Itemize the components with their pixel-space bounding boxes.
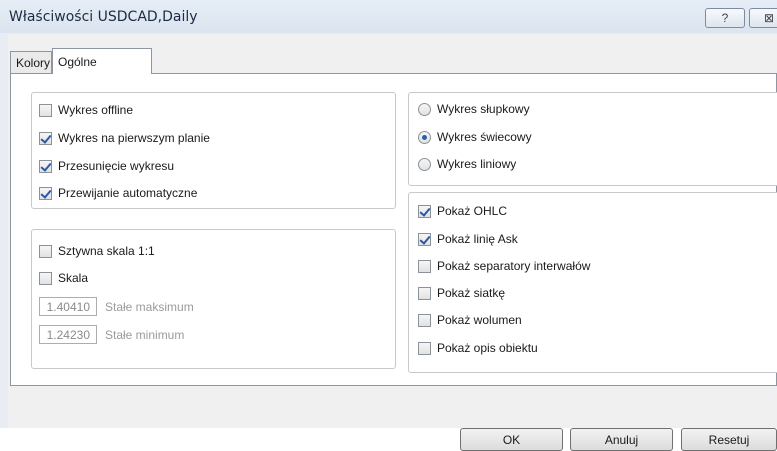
option-label: Wykres na pierwszym planie <box>58 131 210 145</box>
show-object-description-option[interactable]: Pokaż opis obiektu <box>418 341 538 355</box>
checkbox[interactable] <box>39 186 52 200</box>
option-label: Wykres liniowy <box>437 157 517 171</box>
fixed-max-row: 1.40410 Stałe maksimum <box>39 297 194 316</box>
help-button[interactable]: ? <box>705 8 745 28</box>
close-icon: ⊠ <box>763 11 775 25</box>
show-ask-line-option[interactable]: Pokaż linię Ask <box>418 232 518 246</box>
chart-foreground-option[interactable]: Wykres na pierwszym planie <box>39 131 210 145</box>
tab-label: Kolory <box>16 56 51 70</box>
option-label: Pokaż wolumen <box>437 313 522 327</box>
option-label: Pokaż opis obiektu <box>437 341 538 355</box>
checkbox[interactable] <box>418 259 431 273</box>
show-period-separators-option[interactable]: Pokaż separatory interwałów <box>418 259 590 273</box>
fixed-min-row: 1.24230 Stałe minimum <box>39 325 184 344</box>
ok-button[interactable]: OK <box>460 428 563 451</box>
auto-scroll-option[interactable]: Przewijanie automatyczne <box>39 186 197 200</box>
option-label: Wykres słupkowy <box>437 102 530 116</box>
dialog-client: Kolory Ogólne Wykres offline Wykres na p… <box>8 34 777 451</box>
reset-button[interactable]: Resetuj <box>681 428 777 451</box>
tab-label: Ogólne <box>58 55 97 69</box>
fixed-max-input[interactable]: 1.40410 <box>39 297 97 316</box>
candle-chart-option[interactable]: Wykres świecowy <box>418 130 532 144</box>
chart-options-group: Wykres offline Wykres na pierwszym plani… <box>31 92 396 209</box>
close-button[interactable]: ⊠ <box>749 8 777 28</box>
scale-group: Sztywna skala 1:1 Skala 1.40410 Stałe ma… <box>31 229 396 369</box>
radio[interactable] <box>418 130 431 144</box>
show-options-group: Pokaż OHLC Pokaż linię Ask Pokaż separat… <box>408 192 777 373</box>
option-label: Pokaż OHLC <box>437 204 508 218</box>
option-label: Pokaż siatkę <box>437 286 506 300</box>
option-label: Pokaż separatory interwałów <box>437 259 591 273</box>
show-ohlc-option[interactable]: Pokaż OHLC <box>418 204 507 218</box>
offline-chart-option[interactable]: Wykres offline <box>39 103 133 117</box>
checkbox[interactable] <box>418 286 431 300</box>
properties-dialog: Właściwości USDCAD,Daily ? ⊠ Kolory Ogól… <box>0 0 777 451</box>
chart-type-group: Wykres słupkowy Wykres świecowy Wykres l… <box>408 92 777 186</box>
fixed-min-label: Stałe minimum <box>105 327 185 342</box>
window-title: Właściwości USDCAD,Daily <box>9 9 198 25</box>
show-grid-option[interactable]: Pokaż siatkę <box>418 286 505 300</box>
bar-chart-option[interactable]: Wykres słupkowy <box>418 102 530 116</box>
option-label: Przesunięcie wykresu <box>58 159 175 173</box>
fixed-scale-option[interactable]: Sztywna skala 1:1 <box>39 244 155 258</box>
cancel-button[interactable]: Anuluj <box>570 428 673 451</box>
option-label: Sztywna skala 1:1 <box>58 244 155 258</box>
scale-option[interactable]: Skala <box>39 271 88 285</box>
fixed-min-input[interactable]: 1.24230 <box>39 325 97 344</box>
chart-shift-option[interactable]: Przesunięcie wykresu <box>39 159 174 173</box>
option-label: Wykres świecowy <box>437 130 532 144</box>
checkbox[interactable] <box>39 103 52 117</box>
checkbox[interactable] <box>39 244 52 258</box>
checkbox[interactable] <box>39 271 52 285</box>
line-chart-option[interactable]: Wykres liniowy <box>418 157 516 171</box>
tab-general[interactable]: Ogólne <box>52 48 152 74</box>
radio[interactable] <box>418 102 431 116</box>
button-label: Anuluj <box>604 432 639 447</box>
radio[interactable] <box>418 157 431 171</box>
option-label: Wykres offline <box>58 103 134 117</box>
checkbox[interactable] <box>418 341 431 355</box>
checkbox[interactable] <box>418 204 431 218</box>
checkbox[interactable] <box>39 131 52 145</box>
help-icon: ? <box>721 11 729 25</box>
checkbox[interactable] <box>39 159 52 173</box>
fixed-max-label: Stałe maksimum <box>105 299 194 314</box>
show-volume-option[interactable]: Pokaż wolumen <box>418 313 522 327</box>
tab-panel-general: Wykres offline Wykres na pierwszym plani… <box>10 73 777 386</box>
button-label: Resetuj <box>708 432 750 447</box>
checkbox[interactable] <box>418 313 431 327</box>
checkbox[interactable] <box>418 232 431 246</box>
title-bar[interactable]: Właściwości USDCAD,Daily ? ⊠ <box>0 0 777 33</box>
option-label: Przewijanie automatyczne <box>58 186 198 200</box>
option-label: Skala <box>58 271 89 285</box>
option-label: Pokaż linię Ask <box>437 232 518 246</box>
tab-colors[interactable]: Kolory <box>10 51 52 73</box>
button-label: OK <box>502 432 521 447</box>
